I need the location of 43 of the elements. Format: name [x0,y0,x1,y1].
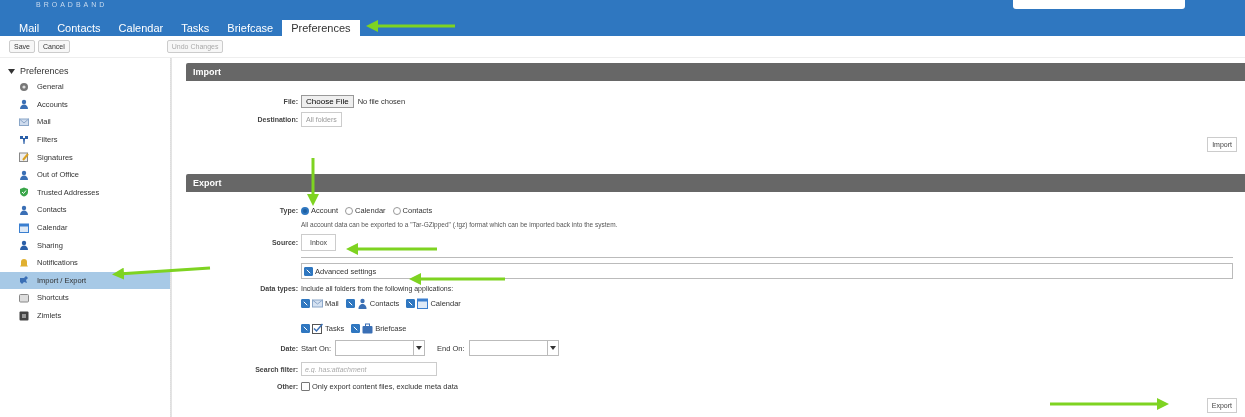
checkbox[interactable] [406,299,416,308]
filter-icon [19,134,29,145]
envelope-icon [312,298,323,309]
checkbox[interactable] [304,266,313,276]
checkbox[interactable] [351,324,361,333]
checkbox[interactable] [301,299,310,308]
dropdown-icon [416,346,422,350]
app-tab[interactable]: Contacts [48,20,110,36]
app-tab[interactable]: Preferences [282,20,360,36]
section-header: Export [186,174,1245,192]
dropdown-icon [549,346,556,350]
checkbox[interactable] [345,299,355,308]
radio-button[interactable] [301,206,309,215]
envelope-icon [19,117,29,127]
person-icon [19,204,29,215]
checklist-icon [312,323,323,334]
app-tab[interactable]: Tasks [172,20,219,36]
radio-button[interactable] [345,206,354,215]
shield-check-icon [19,187,29,198]
radio-button[interactable] [392,206,401,215]
calendar-icon [19,222,29,233]
splitter-handle[interactable] [170,58,172,417]
checkbox[interactable] [301,382,310,391]
briefcase-icon [362,323,374,334]
date-field[interactable] [468,340,559,356]
expand-icon [8,67,15,75]
app-tab[interactable]: Briefcase [218,20,283,36]
choose-file-button[interactable]: Choose File [301,95,354,108]
note-pencil-icon [19,152,29,163]
person-icon [356,298,368,309]
app-tab[interactable]: Calendar [109,20,173,36]
tree-root-item[interactable]: Preferences [0,64,170,78]
annotation-arrow [307,158,319,206]
bell-icon [19,257,29,268]
calendar-icon [417,298,429,309]
section-header: Import [186,63,1245,81]
checkbox[interactable] [301,324,310,333]
people-icon [19,99,29,110]
gear-icon [19,81,29,92]
people-icon [19,240,29,251]
date-field[interactable] [335,340,425,356]
person-icon [19,169,29,180]
app-tab[interactable]: Mail [10,20,49,36]
